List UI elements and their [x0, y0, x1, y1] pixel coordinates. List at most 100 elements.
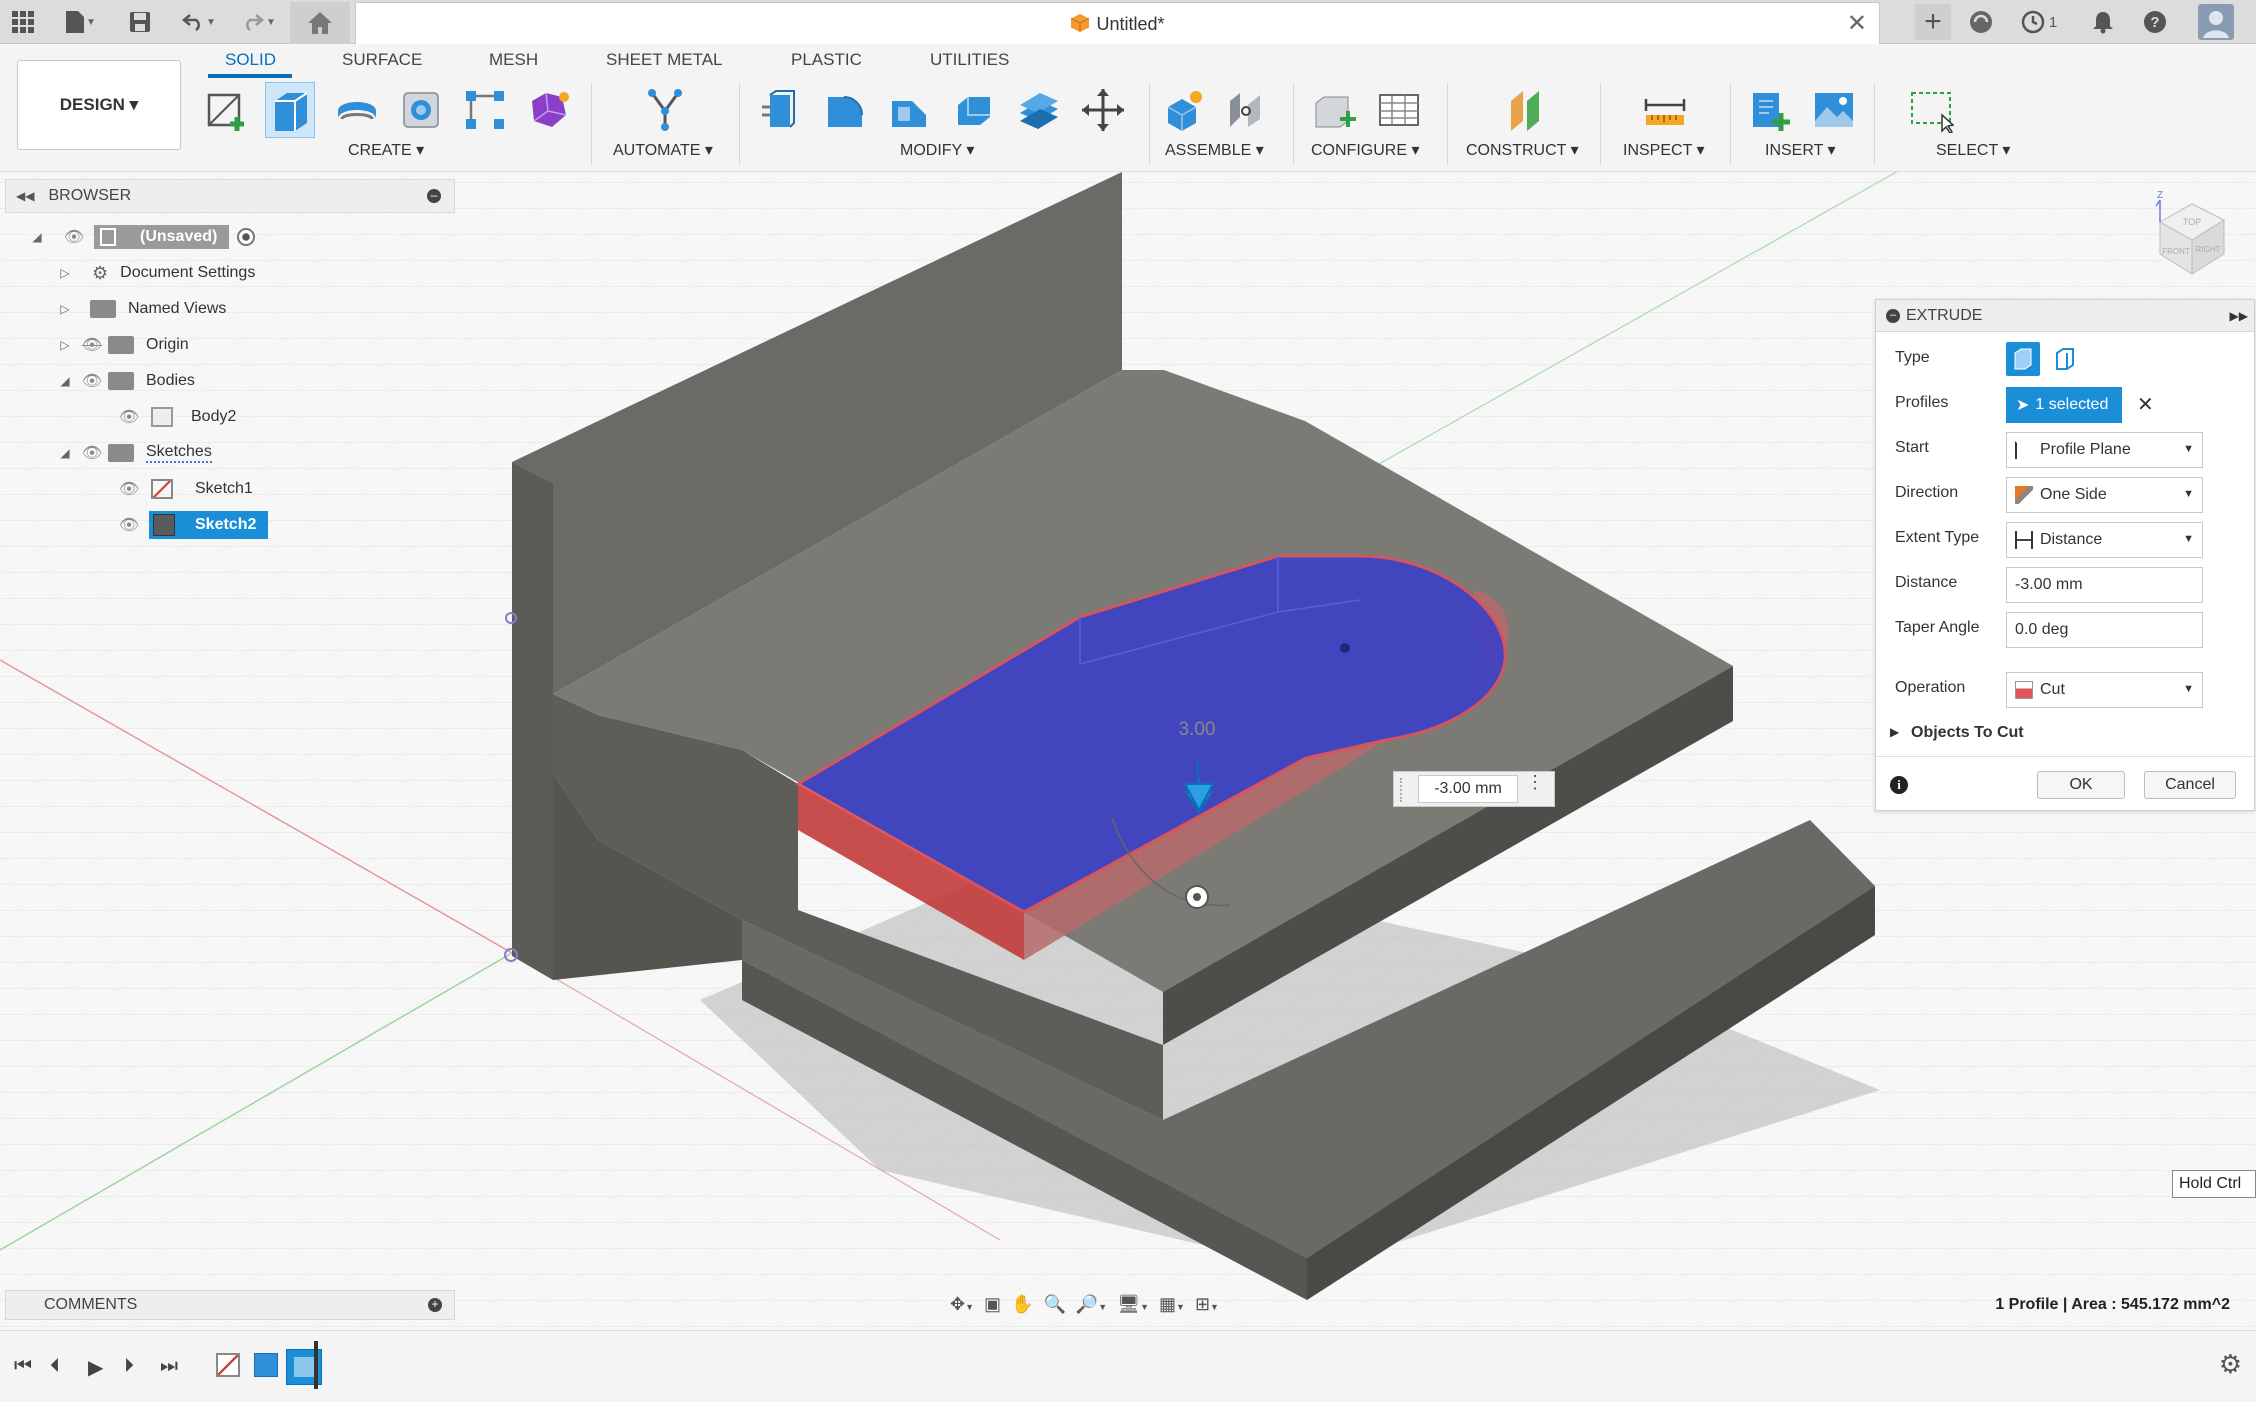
hole-tool[interactable] [396, 82, 446, 138]
save-icon[interactable] [125, 7, 155, 37]
tree-item-named-views[interactable]: ▷ Named Views [58, 294, 226, 324]
fit-zoom-icon[interactable]: 🔎▼ [1076, 1294, 1107, 1315]
orbit-icon[interactable]: ✥▼ [950, 1294, 974, 1315]
activate-radio-icon[interactable] [237, 228, 256, 246]
job-status-icon[interactable]: 1 [2014, 7, 2064, 37]
collapse-triangle-icon[interactable]: ◢ [58, 446, 72, 460]
shell-tool[interactable] [948, 82, 998, 138]
visibility-eye-icon[interactable]: 👁 [115, 479, 143, 499]
step-back-icon[interactable]: ⏴ [50, 1355, 60, 1378]
create-menu[interactable]: CREATE ▾ [348, 140, 424, 160]
tab-solid[interactable]: SOLID [225, 50, 276, 70]
play-icon[interactable]: ▶ [88, 1355, 103, 1380]
operation-select[interactable]: Cut ▼ [2006, 672, 2203, 708]
select-menu[interactable]: SELECT ▾ [1936, 140, 2010, 160]
modify-menu[interactable]: MODIFY ▾ [900, 140, 974, 160]
expand-triangle-icon[interactable]: ▶ [1890, 725, 1899, 739]
expand-triangle-icon[interactable]: ▷ [58, 302, 72, 316]
look-at-icon[interactable]: ▣ [984, 1294, 1001, 1315]
redo-icon[interactable]: ▼ [236, 7, 282, 37]
file-menu-icon[interactable]: ▼ [58, 7, 104, 37]
measure-tool[interactable] [1640, 82, 1690, 138]
create-sketch-tool[interactable] [203, 82, 253, 138]
expand-triangle-icon[interactable]: ▷ [58, 266, 72, 280]
clear-selection-icon[interactable]: ✕ [2137, 392, 2154, 417]
insert-derive-tool[interactable] [1745, 82, 1795, 138]
go-to-end-icon[interactable]: ⏭ [160, 1355, 178, 1378]
document-tab[interactable]: Untitled* ✕ [355, 2, 1880, 44]
hidden-eye-icon[interactable]: 👁 [78, 335, 106, 355]
pattern-tool[interactable] [460, 82, 510, 138]
home-button[interactable] [290, 2, 350, 44]
drag-grip-icon[interactable] [1400, 778, 1404, 802]
design-workspace-button[interactable]: DESIGN ▾ [17, 60, 181, 150]
help-icon[interactable]: ? [2140, 7, 2170, 37]
joint-tool[interactable] [1222, 82, 1272, 138]
tab-mesh[interactable]: MESH [489, 50, 538, 70]
move-tool[interactable] [1078, 82, 1128, 138]
tree-item-bodies[interactable]: ◢ 👁 Bodies [58, 366, 195, 396]
new-tab-icon[interactable]: + [1915, 4, 1951, 40]
configure-menu[interactable]: CONFIGURE ▾ [1311, 140, 1419, 160]
notifications-bell-icon[interactable] [2088, 7, 2118, 37]
profiles-selection-button[interactable]: ➤ 1 selected [2006, 387, 2122, 423]
extensions-icon[interactable] [1966, 7, 1996, 37]
tree-root-unsaved[interactable]: ◢ 👁 (Unsaved) [30, 222, 256, 252]
zoom-icon[interactable]: 🔍 [1043, 1294, 1065, 1315]
visibility-eye-icon[interactable]: 👁 [78, 443, 106, 463]
tree-item-sketch1[interactable]: 👁 Sketch1 [115, 474, 253, 504]
add-comment-icon[interactable]: + [428, 1298, 442, 1312]
tab-sheet-metal[interactable]: SHEET METAL [606, 50, 723, 70]
assemble-menu[interactable]: ASSEMBLE ▾ [1165, 140, 1264, 160]
viewports-icon[interactable]: ⊞▼ [1195, 1294, 1219, 1315]
chamfer-tool[interactable] [884, 82, 934, 138]
tree-item-document-settings[interactable]: ▷ ⚙ Document Settings [58, 258, 255, 288]
visibility-eye-icon[interactable]: 👁 [115, 515, 143, 535]
new-component-tool[interactable] [1158, 82, 1208, 138]
direction-select[interactable]: One Side ▼ [2006, 477, 2203, 513]
go-to-start-icon[interactable]: ⏮ [14, 1355, 32, 1378]
configure-tool[interactable] [1310, 82, 1360, 138]
tree-item-sketches[interactable]: ◢ 👁 Sketches [58, 438, 212, 468]
collapse-panel-icon[interactable]: ◀◀ [16, 189, 34, 203]
distance-input[interactable]: -3.00 mm [2006, 567, 2203, 603]
window-select-tool[interactable] [1906, 82, 1956, 138]
automate-menu[interactable]: AUTOMATE ▾ [613, 140, 713, 160]
configuration-table-tool[interactable] [1374, 82, 1424, 138]
tree-item-sketch2[interactable]: 👁 Sketch2 [115, 510, 269, 540]
timeline-sketch1-icon[interactable] [216, 1353, 240, 1377]
step-forward-icon[interactable]: ⏵ [124, 1355, 134, 1378]
timeline-extrude-icon[interactable] [254, 1353, 278, 1377]
tab-surface[interactable]: SURFACE [342, 50, 422, 70]
solid-type-icon[interactable] [2006, 342, 2040, 376]
tab-utilities[interactable]: UTILITIES [930, 50, 1009, 70]
combine-tool[interactable] [1014, 82, 1064, 138]
more-options-icon[interactable]: ⋮ [1526, 773, 1544, 791]
objects-to-cut-row[interactable]: ▶ Objects To Cut [1876, 714, 2254, 754]
extent-type-select[interactable]: Distance ▼ [2006, 522, 2203, 558]
offset-plane-tool[interactable] [1501, 82, 1551, 138]
expand-triangle-icon[interactable]: ◢ [30, 230, 44, 244]
display-settings-icon[interactable]: 🖥▼ [1117, 1294, 1149, 1315]
press-pull-tool[interactable] [754, 82, 804, 138]
grid-settings-icon[interactable]: ▦▼ [1159, 1294, 1185, 1315]
inspect-menu[interactable]: INSPECT ▾ [1623, 140, 1705, 160]
close-tab-icon[interactable]: ✕ [1847, 9, 1867, 38]
ok-button[interactable]: OK [2037, 771, 2125, 799]
construct-menu[interactable]: CONSTRUCT ▾ [1466, 140, 1579, 160]
undo-icon[interactable]: ▼ [176, 7, 222, 37]
expand-triangle-icon[interactable]: ▷ [58, 338, 72, 352]
view-cube[interactable]: TOP FRONT RIGHT Z [2140, 190, 2240, 280]
insert-menu[interactable]: INSERT ▾ [1765, 140, 1836, 160]
collapse-triangle-icon[interactable]: ◢ [58, 374, 72, 388]
automate-tool[interactable] [640, 82, 690, 138]
tree-item-body2[interactable]: 👁 Body2 [115, 402, 236, 432]
user-avatar-icon[interactable] [2197, 3, 2235, 41]
apps-grid-icon[interactable] [8, 7, 38, 37]
form-tool[interactable] [524, 82, 574, 138]
thin-type-icon[interactable] [2048, 342, 2082, 376]
insert-canvas-tool[interactable] [1809, 82, 1859, 138]
pan-hand-icon[interactable]: ✋ [1011, 1294, 1033, 1315]
info-icon[interactable]: i [1890, 776, 1908, 794]
distance-floating-input[interactable]: -3.00 mm [1418, 775, 1518, 803]
